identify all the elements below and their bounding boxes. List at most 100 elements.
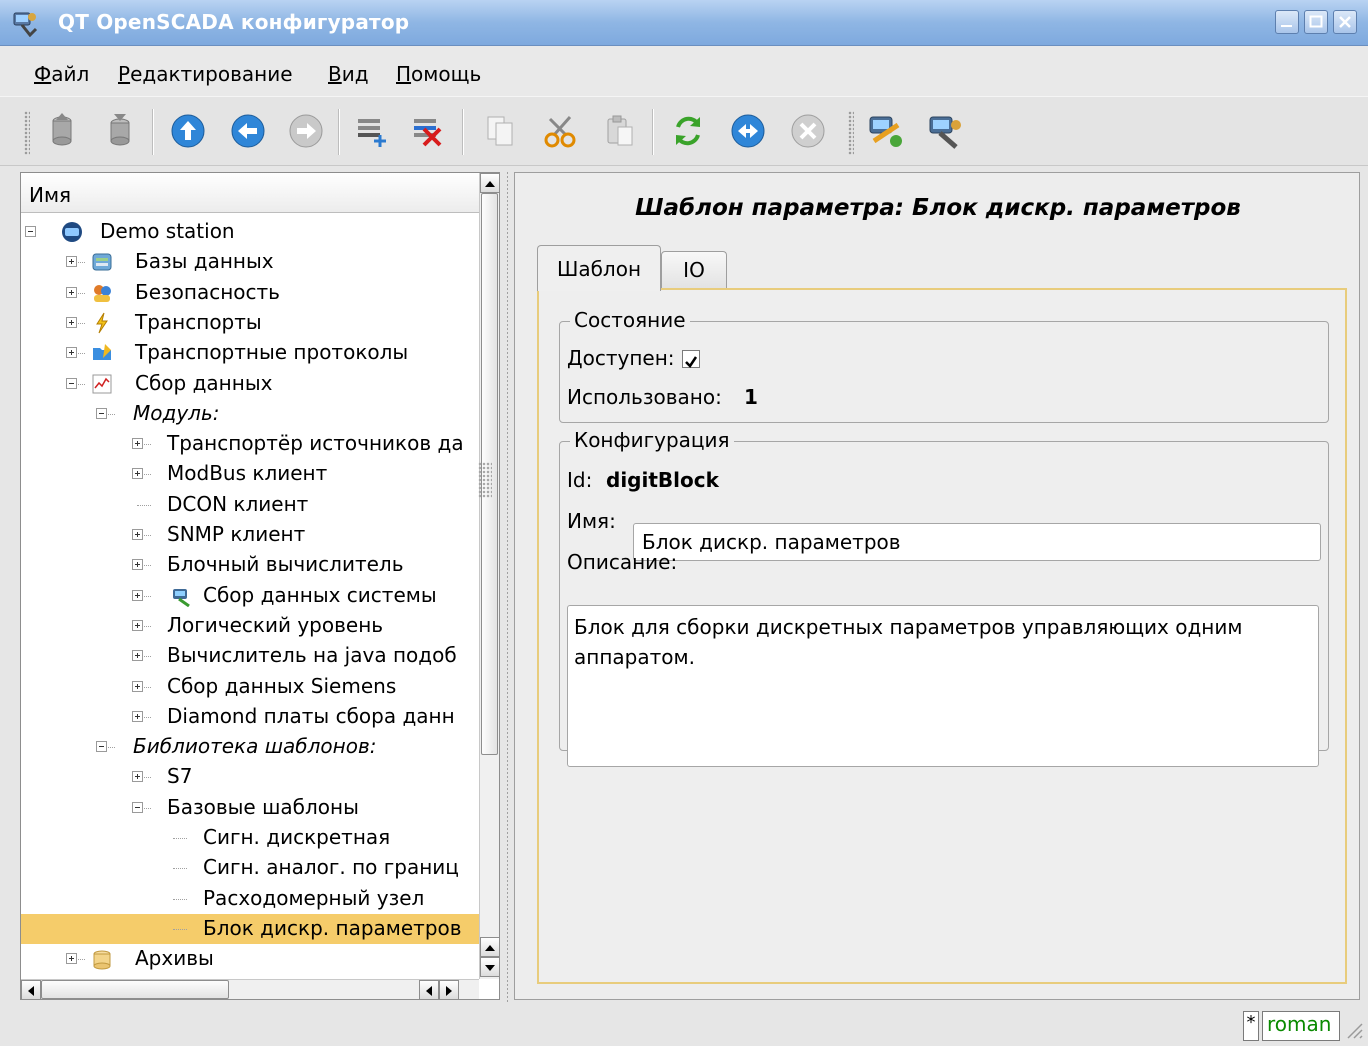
navigation-tree[interactable]: Имя Demo station Базы данных Безопасность Т…	[20, 172, 500, 1000]
up-icon[interactable]	[168, 111, 208, 151]
tree-item-selected[interactable]: Блок дискр. параметров	[21, 913, 479, 944]
tree-item[interactable]: Логический уровень	[21, 611, 479, 641]
tree-horizontal-scrollbar[interactable]	[21, 979, 479, 1000]
scroll-left-button[interactable]	[419, 980, 439, 1000]
expand-icon[interactable]	[132, 771, 143, 783]
tree-item[interactable]: Сигн. дискретная	[21, 823, 479, 853]
tree-item[interactable]: Безопасность	[21, 278, 479, 308]
lightning-icon	[96, 312, 108, 334]
page-title: Шаблон параметра: Блок дискр. параметров	[635, 195, 1241, 221]
expand-icon[interactable]	[66, 316, 77, 328]
scroll-up-button[interactable]	[480, 173, 500, 193]
expand-icon[interactable]	[66, 256, 77, 268]
state-group-title: Состояние	[570, 308, 690, 332]
toolbar-grip[interactable]	[848, 111, 854, 155]
tree-connector	[137, 504, 151, 506]
scroll-left-button[interactable]	[21, 980, 41, 1000]
back-icon[interactable]	[228, 111, 268, 151]
expand-icon[interactable]	[132, 529, 143, 540]
tree-item[interactable]: Вычислитель на java подоб	[21, 641, 479, 671]
tree-item[interactable]: Сбор данных	[21, 369, 479, 399]
tree-item[interactable]: S7	[21, 762, 479, 792]
menu-edit[interactable]: Редактирование	[118, 62, 293, 86]
close-button[interactable]	[1333, 10, 1357, 34]
expand-icon[interactable]	[66, 286, 77, 298]
tree-item[interactable]: Блочный вычислитель	[21, 550, 479, 580]
copy-icon[interactable]	[480, 111, 520, 151]
tree-item[interactable]: ModBus клиент	[21, 459, 479, 489]
scroll-right-button[interactable]	[439, 980, 459, 1000]
expand-icon[interactable]	[132, 619, 143, 631]
delete-item-icon[interactable]	[408, 111, 448, 151]
tree-item-label: Библиотека шаблонов:	[133, 734, 377, 759]
system-icon	[173, 588, 190, 607]
name-label: Имя:	[567, 509, 616, 533]
tree-item[interactable]: Расходомерный узел	[21, 884, 479, 914]
scroll-down-button[interactable]	[480, 957, 500, 977]
tree-item[interactable]: Diamond платы сбора данн	[21, 702, 479, 732]
menu-view[interactable]: Вид	[328, 62, 369, 86]
collapse-icon[interactable]	[132, 801, 143, 813]
add-item-icon[interactable]	[352, 111, 392, 151]
tree-header[interactable]: Имя	[21, 173, 479, 213]
splitter[interactable]	[507, 172, 508, 1002]
splitter-handle[interactable]	[478, 462, 492, 498]
collapse-icon[interactable]	[96, 407, 107, 419]
tree-item[interactable]: Транспорты	[21, 308, 479, 338]
collapse-icon[interactable]	[25, 226, 36, 237]
scroll-thumb[interactable]	[41, 980, 229, 999]
menu-help-label: омощь	[411, 62, 482, 86]
toolbar-grip[interactable]	[24, 111, 30, 155]
menu-help[interactable]: Помощь	[396, 62, 481, 86]
title-bar[interactable]: QT OpenSCADA конфигуратор	[0, 0, 1368, 46]
expand-icon[interactable]	[132, 559, 143, 571]
expand-icon[interactable]	[66, 347, 77, 359]
tree-item[interactable]: Сбор данных системы	[21, 581, 479, 611]
refresh-icon[interactable]	[668, 111, 708, 151]
tree-item[interactable]: Базы данных	[21, 247, 479, 277]
expand-icon[interactable]	[132, 680, 143, 692]
tree-item[interactable]: Транспортные протоколы	[21, 338, 479, 368]
menu-view-label: ид	[341, 62, 369, 86]
forward-icon[interactable]	[286, 111, 326, 151]
paste-icon[interactable]	[600, 111, 640, 151]
tree-item[interactable]: Базовые шаблоны	[21, 793, 479, 823]
resize-grip-icon[interactable]	[1344, 1020, 1364, 1040]
tab-template[interactable]: Шаблон	[537, 245, 661, 291]
tree-item[interactable]: Архивы	[21, 944, 479, 974]
expand-icon[interactable]	[132, 468, 143, 480]
tree-item[interactable]: Транспортёр источников да	[21, 429, 479, 459]
db-save-icon[interactable]	[100, 111, 140, 151]
stop-icon[interactable]	[788, 111, 828, 151]
content-panel: Шаблон параметра: Блок дискр. параметров…	[514, 172, 1360, 1000]
scroll-up-button[interactable]	[480, 937, 500, 957]
name-input[interactable]: Блок дискр. параметров	[633, 523, 1321, 561]
enabled-checkbox[interactable]	[682, 350, 700, 368]
collapse-icon[interactable]	[96, 741, 107, 753]
start-icon[interactable]	[728, 111, 768, 151]
station-icon[interactable]	[926, 111, 966, 151]
connect-icon[interactable]	[866, 111, 906, 151]
tree-item[interactable]: SNMP клиент	[21, 520, 479, 550]
db-load-icon[interactable]	[42, 111, 82, 151]
tree-item[interactable]: Сигн. аналог. по границ	[21, 853, 479, 883]
maximize-button[interactable]	[1304, 10, 1328, 34]
tree-item[interactable]: Модуль:	[21, 399, 479, 429]
expand-icon[interactable]	[132, 650, 143, 662]
tree-vertical-scrollbar[interactable]	[479, 173, 500, 979]
tree-item[interactable]: Demo station	[21, 217, 479, 247]
collapse-icon[interactable]	[66, 377, 77, 389]
tree-item[interactable]: DCON клиент	[21, 490, 479, 520]
tree-item[interactable]: Сбор данных Siemens	[21, 672, 479, 702]
cut-icon[interactable]	[540, 111, 580, 151]
user-indicator[interactable]: roman	[1262, 1011, 1340, 1041]
tree-item[interactable]: Библиотека шаблонов:	[21, 732, 479, 762]
expand-icon[interactable]	[132, 589, 143, 601]
expand-icon[interactable]	[66, 953, 77, 965]
description-textarea[interactable]: Блок для сборки дискретных параметров уп…	[567, 605, 1319, 767]
expand-icon[interactable]	[132, 710, 143, 722]
expand-icon[interactable]	[132, 438, 143, 450]
minimize-button[interactable]	[1275, 10, 1299, 34]
menu-file[interactable]: Файл	[34, 62, 89, 86]
tab-io[interactable]: IO	[661, 251, 727, 289]
